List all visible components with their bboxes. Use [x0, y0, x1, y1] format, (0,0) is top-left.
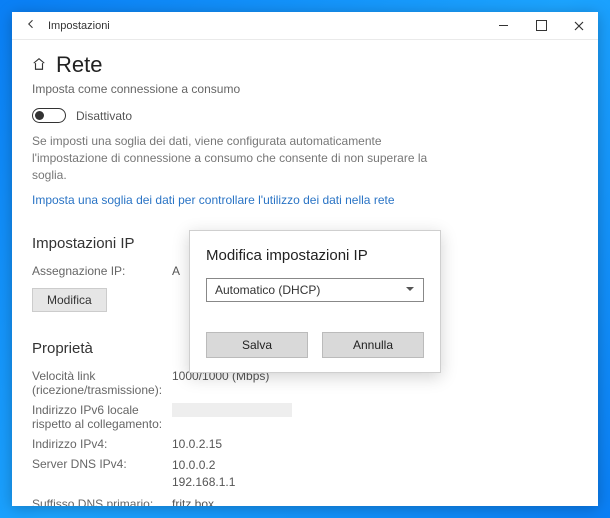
property-value	[172, 403, 578, 431]
ip-mode-selected: Automatico (DHCP)	[215, 283, 320, 297]
page-title: Rete	[56, 52, 102, 78]
content-area: Rete Imposta come connessione a consumo …	[12, 40, 598, 506]
property-value: 10.0.0.2 192.168.1.1	[172, 457, 578, 491]
property-row: Suffisso DNS primario: fritz.box	[32, 497, 578, 506]
metered-toggle-row: Disattivato	[32, 108, 578, 123]
cancel-button[interactable]: Annulla	[322, 332, 424, 358]
property-key: Indirizzo IPv4:	[32, 437, 172, 451]
back-button[interactable]	[20, 18, 42, 33]
property-row: Velocità link (ricezione/trasmissione): …	[32, 369, 578, 397]
close-button[interactable]	[560, 12, 598, 40]
ip-mode-select[interactable]: Automatico (DHCP)	[206, 278, 424, 302]
edit-ip-dialog: Modifica impostazioni IP Automatico (DHC…	[189, 230, 441, 373]
property-key: Velocità link (ricezione/trasmissione):	[32, 369, 172, 397]
maximize-button[interactable]	[522, 12, 560, 40]
metered-toggle-label: Disattivato	[76, 109, 132, 123]
breadcrumb: Rete	[32, 52, 578, 78]
data-limit-link[interactable]: Imposta una soglia dei dati per controll…	[32, 193, 395, 207]
home-icon[interactable]	[32, 57, 46, 74]
metered-description: Se imposti una soglia dei dati, viene co…	[32, 133, 452, 183]
property-value: 10.0.2.15	[172, 437, 578, 451]
minimize-button[interactable]	[484, 12, 522, 40]
property-row: Server DNS IPv4: 10.0.0.2 192.168.1.1	[32, 457, 578, 491]
page-subtitle: Imposta come connessione a consumo	[32, 82, 578, 96]
chevron-down-icon	[405, 283, 415, 297]
edit-ip-button[interactable]: Modifica	[32, 288, 107, 312]
titlebar: Impostazioni	[12, 12, 598, 40]
settings-window: Impostazioni Rete Imposta come connessio…	[12, 12, 598, 506]
property-value: fritz.box	[172, 497, 578, 506]
dialog-buttons: Salva Annulla	[206, 332, 424, 358]
property-row: Indirizzo IPv4: 10.0.2.15	[32, 437, 578, 451]
metered-toggle[interactable]	[32, 108, 66, 123]
property-key: Server DNS IPv4:	[32, 457, 172, 491]
window-controls	[484, 12, 598, 40]
property-row: Indirizzo IPv6 locale rispetto al colleg…	[32, 403, 578, 431]
save-button[interactable]: Salva	[206, 332, 308, 358]
redacted-value	[172, 403, 292, 417]
ip-assignment-label: Assegnazione IP:	[32, 264, 172, 278]
property-key: Suffisso DNS primario:	[32, 497, 172, 506]
window-title: Impostazioni	[48, 20, 484, 32]
dialog-title: Modifica impostazioni IP	[206, 247, 424, 264]
property-key: Indirizzo IPv6 locale rispetto al colleg…	[32, 403, 172, 431]
property-value: 1000/1000 (Mbps)	[172, 369, 578, 397]
